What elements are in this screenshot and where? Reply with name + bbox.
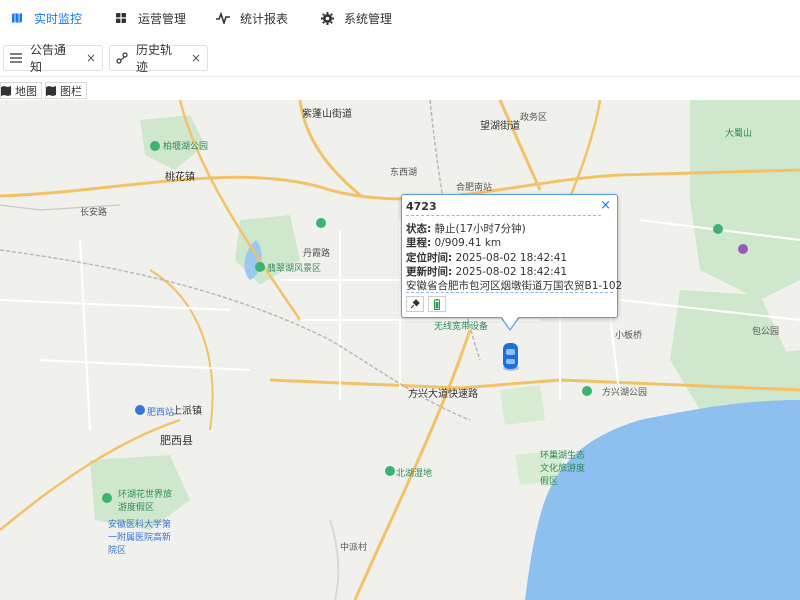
map-label: 紫蓬山街道 [302,109,352,120]
map-label: 肥西站 [147,408,175,418]
layer-label: 图栏 [60,84,82,98]
gear-icon [320,11,334,25]
mileage-row: 里程: 0/909.41 km [406,235,501,250]
poi-landmark-icon [738,244,748,254]
list-icon [10,52,22,64]
tab-announcements[interactable]: 公告通知 × [3,43,103,74]
address-value: 安徽省合肥市包河区烟墩街道万国农贸B1-102 [406,280,623,292]
nav-label: 统计报表 [240,11,289,26]
address-row: 安徽省合肥市包河区烟墩街道万国农贸B1-102 [406,278,622,293]
map-label: 桃花镇 [165,172,195,183]
poi-park-icon [316,218,326,228]
map-label: 大蜀山 [725,129,753,139]
status-label: 状态: [406,223,432,235]
nav-label: 运营管理 [138,11,187,26]
tab-history-track[interactable]: 历史轨迹 × [109,43,208,74]
map-label: 小板桥 [615,331,643,341]
update-time-value: 2025-08-02 18:42:41 [455,266,568,278]
map-label: 环巢湖生态文化旅游度假区 [540,451,586,487]
update-time-label: 更新时间: [406,266,453,278]
map-icon [10,11,24,25]
map-label: 望湖街道 [480,121,520,132]
divider [406,292,613,293]
map-icon [1,85,11,96]
map-label: 肥西县 [160,434,193,447]
divider [406,215,601,216]
poi-park-icon [102,493,112,503]
map-layer-toggles: 地图 图栏 [0,82,90,100]
mileage-value: 0/909.41 km [434,237,502,249]
map-label: 翡翠湖风景区 [267,264,322,274]
locate-time-value: 2025-08-02 18:42:41 [455,252,568,264]
pulse-chart-icon [216,11,230,25]
poi-park-icon [255,262,265,272]
map-canvas[interactable]: 紫蓬山街道 望湖街道 柏堰湖公园 桃花镇 合肥南站 翡翠湖风景区 丹霞路 上派镇… [0,100,800,600]
vehicle-id: 4723 [406,200,437,213]
vehicle-info-popup: 4723 × 状态: 静止(17小时7分钟) 里程: 0/909.41 km 定… [401,194,622,318]
locate-time-row: 定位时间: 2025-08-02 18:42:41 [406,250,567,265]
status-row: 状态: 静止(17小时7分钟) [406,221,526,236]
close-icon[interactable]: × [191,51,201,65]
map-label: 北湖湿地 [396,469,433,479]
map-label: 中派村 [340,543,368,553]
map-label: 丹霞路 [303,249,331,259]
nav-operations[interactable]: 运营管理 [114,0,186,36]
nav-statistics[interactable]: 统计报表 [216,0,288,36]
battery-icon[interactable] [428,296,446,312]
top-navigation: 实时监控 运营管理 统计报表 系统管理 [0,0,800,36]
poi-park-icon [385,466,395,476]
map-label: 上派镇 [172,406,202,417]
map-label: 无线宽带设备 [434,322,489,332]
map-label: 政务区 [520,113,548,123]
tab-label: 历史轨迹 [136,43,173,74]
route-icon [116,52,128,64]
tab-label: 公告通知 [30,43,67,74]
layer-satellite-button[interactable]: 图栏 [45,82,87,99]
map-label: 方兴湖公园 [602,388,648,398]
map-label: 柏堰湖公园 [163,142,209,152]
poi-station-icon [135,405,145,415]
nav-label: 实时监控 [34,11,83,26]
satellite-icon[interactable] [406,296,424,312]
grid-icon [114,11,128,25]
map-label: 合肥南站 [456,183,493,193]
tab-bar: 公告通知 × 历史轨迹 × [0,40,800,77]
map-label: 长安路 [80,208,108,218]
close-icon[interactable]: × [86,51,96,65]
close-icon[interactable]: × [600,198,611,213]
map-label: 东西湖 [390,168,418,178]
poi-park-icon [150,141,160,151]
update-time-row: 更新时间: 2025-08-02 18:42:41 [406,264,567,279]
layer-map-button[interactable]: 地图 [0,82,42,99]
popup-pointer-fill [501,316,519,329]
map-label: 安徽医科大学第一附属医院高新院区 [108,520,172,556]
map-label: 环湖花世界旅游度假区 [118,490,173,513]
vehicle-marker-shape [503,343,519,371]
map-label: 方兴大道快速路 [408,389,478,400]
nav-label: 系统管理 [344,11,393,26]
locate-time-label: 定位时间: [406,252,453,264]
mileage-label: 里程: [406,237,432,249]
nav-realtime-monitor[interactable]: 实时监控 [10,0,82,36]
map-icon [46,85,56,96]
poi-park-icon [582,386,592,396]
nav-system-settings[interactable]: 系统管理 [320,0,392,36]
poi-park-icon [713,224,723,234]
status-value: 静止(17小时7分钟) [434,223,526,235]
map-label: 包公园 [752,327,780,337]
layer-label: 地图 [15,84,37,98]
